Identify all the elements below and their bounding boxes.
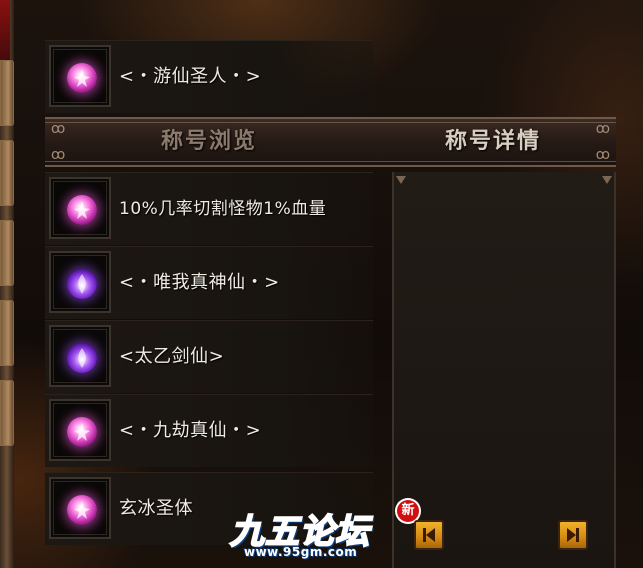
equipped-title-row[interactable]: <・游仙圣人・> (45, 40, 373, 113)
title-list-item[interactable]: <・唯我真神仙・> (45, 246, 373, 319)
next-page-button[interactable] (558, 520, 588, 550)
title-name: 玄冰圣体 (119, 498, 193, 519)
title-icon-slot (49, 399, 111, 461)
watermark-new-badge: 新 (397, 500, 419, 522)
title-list-item[interactable]: 10%几率切割怪物1%血量 (45, 172, 373, 245)
purple-orb-icon (67, 269, 97, 299)
forum-watermark: 九五论坛 www.95gm.com 新 (222, 500, 422, 568)
side-tab[interactable] (0, 380, 14, 446)
previous-page-button[interactable] (414, 520, 444, 550)
equipped-title-text: <・游仙圣人・> (119, 66, 262, 87)
pink-orb-icon (67, 63, 97, 93)
title-icon-slot (49, 177, 111, 239)
panel-corner-decor (396, 176, 612, 184)
tab-title-details[interactable]: 称号详情 (445, 119, 541, 165)
scroll-ornament-icon: ꝏ (595, 147, 610, 163)
title-name: <・唯我真神仙・> (119, 272, 280, 293)
scroll-ornament-icon: ꝏ (51, 121, 66, 137)
purple-orb-icon (67, 343, 97, 373)
tab-title-browse[interactable]: 称号浏览 (161, 119, 257, 165)
side-tab[interactable] (0, 300, 14, 366)
title-name: 10%几率切割怪物1%血量 (119, 199, 327, 219)
side-tab[interactable] (0, 220, 14, 286)
pink-orb-icon (67, 495, 97, 525)
scroll-ornament-icon: ꝏ (595, 121, 610, 137)
arrow-left-icon (423, 528, 435, 542)
title-name: <太乙剑仙> (119, 346, 225, 367)
side-tab[interactable] (0, 60, 14, 126)
pink-orb-icon (67, 417, 97, 447)
arrow-right-icon (567, 528, 579, 542)
pink-orb-icon (67, 195, 97, 225)
title-icon-slot (49, 325, 111, 387)
side-tab[interactable] (0, 140, 14, 206)
title-icon-slot (49, 477, 111, 539)
scroll-ornament-icon: ꝏ (51, 147, 66, 163)
title-icon-slot (49, 251, 111, 313)
title-header-bar: ꝏ ꝏ ꝏ ꝏ 称号浏览 称号详情 (45, 117, 616, 167)
title-list-item[interactable]: <太乙剑仙> (45, 320, 373, 393)
title-icon-slot (49, 45, 111, 107)
left-side-tabs (0, 0, 14, 568)
title-list-item[interactable]: <・九劫真仙・> (45, 394, 373, 467)
watermark-url: www.95gm.com (244, 545, 358, 559)
title-detail-panel (392, 172, 616, 568)
title-name: <・九劫真仙・> (119, 420, 262, 441)
